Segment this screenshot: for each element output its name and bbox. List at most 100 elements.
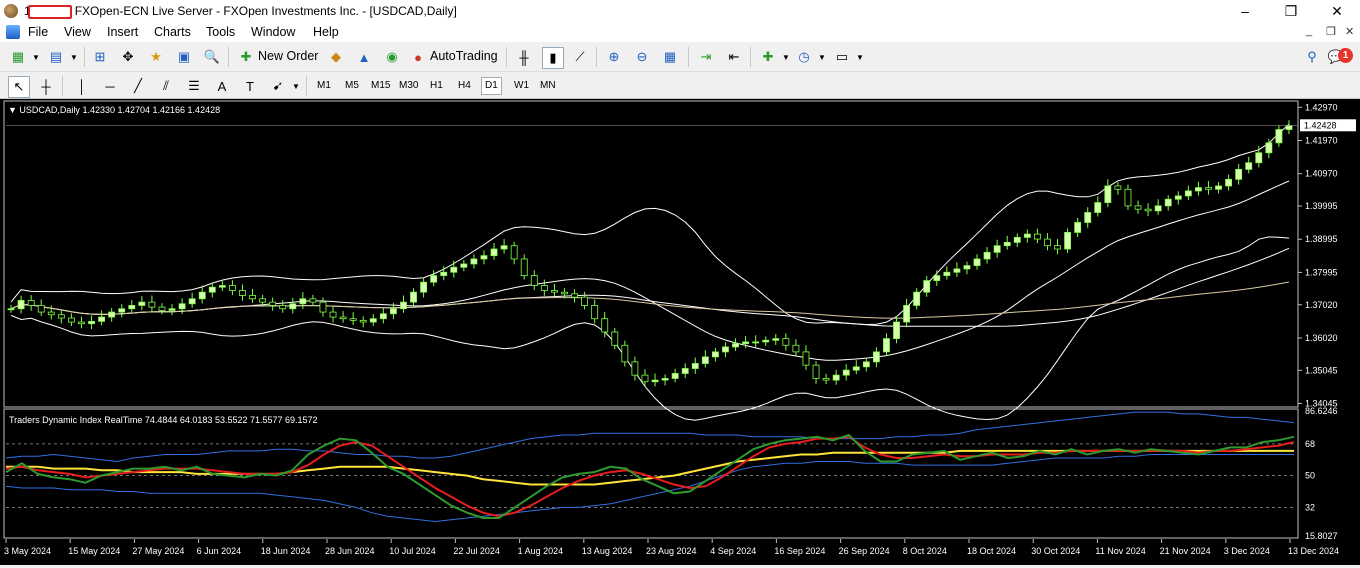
candle-body <box>1134 205 1142 210</box>
autotrading-icon[interactable]: ● <box>408 47 428 67</box>
menu-view[interactable]: View <box>64 25 91 39</box>
signals-icon[interactable]: ▲ <box>354 47 374 67</box>
candle-body <box>742 341 750 345</box>
main-price-layer <box>7 120 1293 421</box>
time-tick-label: 13 Dec 2024 <box>1288 546 1339 556</box>
candle-body <box>1235 168 1243 180</box>
arrows-icon[interactable]: ➹ <box>268 76 288 96</box>
candle-body <box>490 248 498 257</box>
equidistant-channel-icon[interactable]: ⫽ <box>156 76 176 96</box>
vertical-line-icon[interactable]: │ <box>72 76 92 96</box>
candle-body <box>943 271 951 276</box>
menu-help[interactable]: Help <box>313 25 339 39</box>
new-chart-icon[interactable]: ▦ <box>8 47 28 67</box>
notification-badge[interactable]: 1 <box>1338 48 1353 63</box>
candle-body <box>691 363 699 369</box>
mdi-close-button[interactable]: ✕ <box>1345 25 1354 38</box>
new-order-icon[interactable]: ✚ <box>236 47 256 67</box>
candle-body <box>289 303 297 310</box>
price-tick-label: 1.37995 <box>1305 267 1338 277</box>
auto-scroll-icon[interactable]: ⇥ <box>696 47 716 67</box>
timeframe-m1[interactable]: M1 <box>314 78 334 94</box>
zoom-in-icon[interactable]: ⊕ <box>604 47 624 67</box>
chart-shift-icon[interactable]: ⇤ <box>724 47 744 67</box>
close-button[interactable]: ✕ <box>1314 0 1360 22</box>
new-chart-dropdown-icon[interactable]: ▼ <box>26 47 46 67</box>
candle-body <box>228 285 236 291</box>
text-label-icon[interactable]: T <box>240 76 260 96</box>
timeframe-m5[interactable]: M5 <box>342 78 362 94</box>
candle-body <box>249 295 256 300</box>
data-window-icon[interactable]: ★ <box>146 47 166 67</box>
menu-charts[interactable]: Charts <box>154 25 191 39</box>
timeframe-w1[interactable]: W1 <box>511 78 532 94</box>
text-icon[interactable]: A <box>212 76 232 96</box>
templates-icon[interactable]: ▭ <box>832 47 852 67</box>
line-chart-icon[interactable]: ⟋ <box>570 47 590 67</box>
metaeditor-icon[interactable]: ◆ <box>326 47 346 67</box>
search-icon[interactable]: ⚲ <box>1302 47 1322 67</box>
candle-body <box>1275 129 1283 144</box>
indicators-icon[interactable]: ✚ <box>758 47 778 67</box>
profiles-icon[interactable]: ▤ <box>46 47 66 67</box>
new-order-button[interactable]: New Order <box>258 49 318 63</box>
candle-body <box>852 366 860 371</box>
candle-body <box>1074 222 1082 233</box>
candle-body <box>752 341 760 344</box>
candle-body <box>762 339 770 343</box>
market-watch-icon[interactable]: ⊞ <box>90 47 110 67</box>
mdi-minimize-button[interactable]: _ <box>1306 25 1312 37</box>
crosshair-icon[interactable]: ┼ <box>36 76 56 96</box>
periods-dropdown-icon[interactable]: ▼ <box>812 47 832 67</box>
chart-canvas[interactable]: ▼ USDCAD,Daily 1.42330 1.42704 1.42166 1… <box>0 99 1360 565</box>
candle-body <box>319 301 327 313</box>
mdi-restore-button[interactable]: ❐ <box>1326 25 1336 38</box>
profiles-dropdown-icon[interactable]: ▼ <box>64 47 84 67</box>
app-icon <box>4 4 18 18</box>
candle-body <box>339 316 347 320</box>
indicators-dropdown-icon[interactable]: ▼ <box>776 47 796 67</box>
menu-insert[interactable]: Insert <box>107 25 138 39</box>
menu-window[interactable]: Window <box>251 25 295 39</box>
navigator-icon[interactable]: ✥ <box>118 47 138 67</box>
candle-body <box>1114 185 1122 190</box>
candlestick-chart-icon[interactable]: ▮ <box>542 47 564 69</box>
cursor-icon[interactable]: ↖ <box>8 76 30 98</box>
terminal-icon[interactable]: ▣ <box>174 47 194 67</box>
candle-body <box>893 321 900 340</box>
maximize-button[interactable]: ❐ <box>1268 0 1314 22</box>
timeframe-m30[interactable]: M30 <box>396 78 421 94</box>
bar-chart-icon[interactable]: ╫ <box>514 47 534 67</box>
timeframe-h1[interactable]: H1 <box>427 78 446 94</box>
horizontal-line-icon[interactable]: ─ <box>100 76 120 96</box>
tile-windows-icon[interactable]: ▦ <box>660 47 680 67</box>
minimize-button[interactable]: – <box>1222 0 1268 22</box>
arrows-dropdown-icon[interactable]: ▼ <box>286 76 306 96</box>
candle-body <box>239 290 246 296</box>
timeframe-m15[interactable]: M15 <box>368 78 393 94</box>
candle-body <box>812 364 820 379</box>
fibonacci-icon[interactable]: ☰ <box>184 76 204 96</box>
timeframe-d1[interactable]: D1 <box>481 77 502 95</box>
menu-file[interactable]: File <box>28 25 48 39</box>
periods-icon[interactable]: ◷ <box>794 47 814 67</box>
zoom-out-icon[interactable]: ⊖ <box>632 47 652 67</box>
autotrading-button[interactable]: AutoTrading <box>430 49 498 63</box>
candle-body <box>118 308 126 313</box>
indicator-series-line <box>5 435 1295 518</box>
candle-body <box>933 275 941 281</box>
market-icon[interactable]: ◉ <box>382 47 402 67</box>
menu-tools[interactable]: Tools <box>206 25 235 39</box>
window-title-text: FXOpen-ECN Live Server - FXOpen Investme… <box>74 4 457 18</box>
toolbar-separator <box>688 47 689 67</box>
chart-window[interactable]: ▼ USDCAD,Daily 1.42330 1.42704 1.42166 1… <box>0 99 1360 565</box>
trendline-icon[interactable]: ╱ <box>128 76 148 96</box>
timeframe-h4[interactable]: H4 <box>455 78 474 94</box>
candle-body <box>530 275 538 286</box>
strategy-tester-icon[interactable]: 🔍 <box>202 47 222 67</box>
bollinger-lower-line <box>10 236 1290 421</box>
timeframe-mn[interactable]: MN <box>537 78 559 94</box>
candle-body <box>661 378 669 381</box>
templates-dropdown-icon[interactable]: ▼ <box>850 47 870 67</box>
candle-body <box>7 308 15 311</box>
